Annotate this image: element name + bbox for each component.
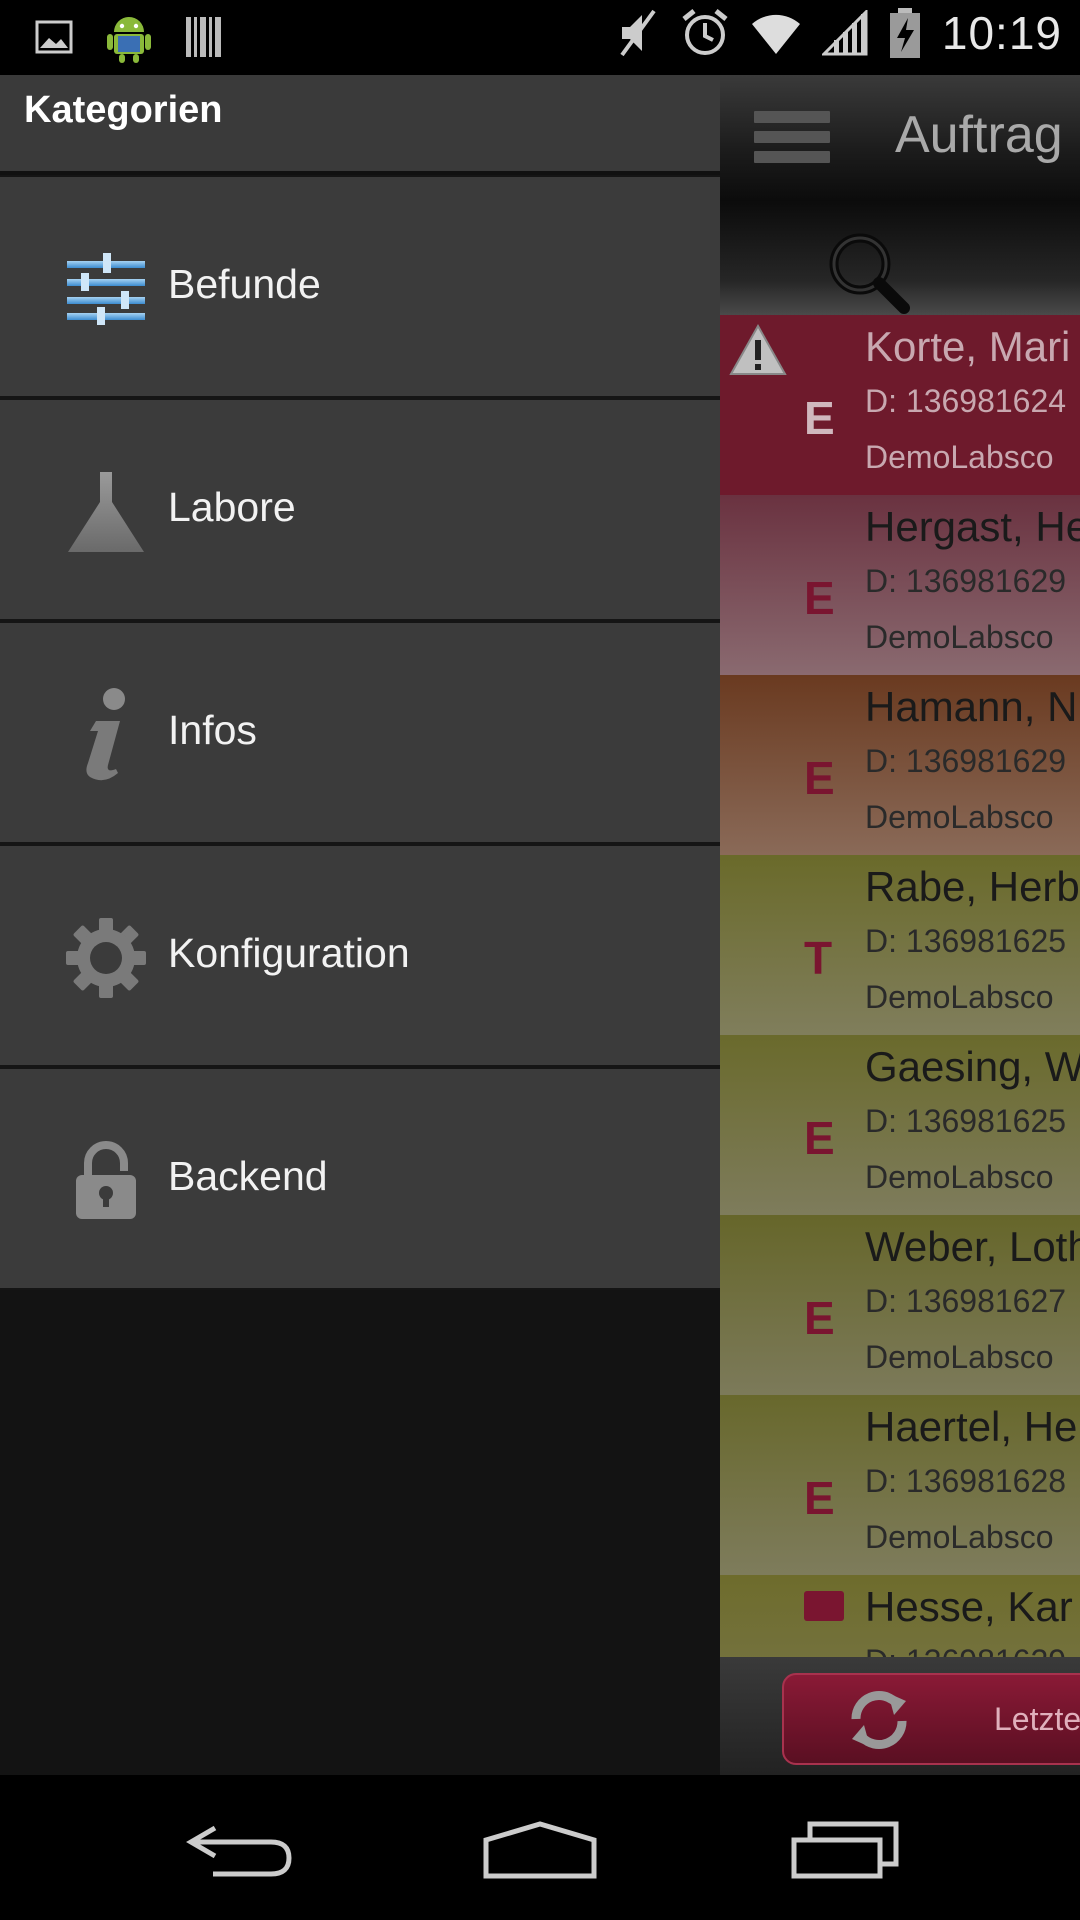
back-button[interactable] [170, 1805, 310, 1895]
warning-icon [729, 323, 787, 375]
signal-icon [821, 10, 868, 56]
lock-icon [76, 1141, 136, 1219]
app-action-bar: Auftrag [720, 75, 1080, 200]
navigation-bar [0, 1775, 1080, 1920]
order-flag: E [804, 752, 835, 804]
drawer-toggle-icon[interactable] [754, 111, 830, 163]
order-id: D: 136981627 [865, 1283, 1067, 1319]
order-flag: E [804, 572, 835, 624]
sliders-icon [67, 253, 145, 325]
barcode-icon [186, 17, 221, 57]
drawer-item-labore[interactable]: Labore [0, 398, 720, 621]
patient-name: Hesse, Kar [865, 1583, 1073, 1630]
comment-icon [804, 1591, 844, 1621]
patient-name: Gaesing, W [865, 1043, 1080, 1090]
info-icon [86, 688, 125, 781]
lab-name: DemoLabsco [865, 1339, 1054, 1375]
search-icon[interactable] [824, 228, 914, 318]
notification-icons [34, 10, 224, 64]
order-row[interactable]: E Korte, Mari D: 136981624 DemoLabsco [720, 315, 1080, 495]
recents-button[interactable] [775, 1805, 915, 1895]
battery-charging-icon [889, 8, 920, 58]
order-row[interactable]: E Weber, Loth D: 136981627 DemoLabsco [720, 1215, 1080, 1395]
drawer-item-label: Konfiguration [168, 930, 410, 976]
search-bar[interactable] [720, 200, 1080, 315]
gear-icon [66, 918, 146, 998]
patient-name: Hamann, N [865, 683, 1078, 730]
order-id: D: 136981625 [865, 1103, 1067, 1139]
home-button[interactable] [470, 1805, 610, 1895]
order-row[interactable]: E Hamann, N D: 136981629 DemoLabsco [720, 675, 1080, 855]
flask-icon [68, 472, 144, 552]
order-flag: T [804, 932, 833, 984]
drawer-header: Kategorien [0, 75, 720, 175]
order-row[interactable]: E Hergast, He D: 136981629 DemoLabsco [720, 495, 1080, 675]
recents-icon [791, 1821, 899, 1879]
order-row[interactable]: E Haertel, He D: 136981628 DemoLabsco [720, 1395, 1080, 1575]
order-row[interactable]: T Rabe, Herb D: 136981625 DemoLabsco [720, 855, 1080, 1035]
alarm-icon [682, 9, 728, 55]
drawer-item-label: Infos [168, 707, 257, 753]
android-icon [107, 17, 151, 63]
lab-name: DemoLabsco [865, 1159, 1054, 1195]
patient-name: Korte, Mari [865, 323, 1071, 370]
order-id: D: 136981629 [865, 743, 1067, 779]
lab-name: DemoLabsco [865, 1519, 1054, 1555]
drawer-item-label: Labore [168, 484, 296, 530]
patient-name: Rabe, Herb [865, 863, 1080, 910]
order-id: D: 136981629 [865, 563, 1067, 599]
image-icon [35, 20, 73, 54]
system-icons: 10:19 [616, 6, 1062, 60]
drawer-item-infos[interactable]: Infos [0, 621, 720, 844]
home-icon [483, 1821, 597, 1879]
drawer-item-konfiguration[interactable]: Konfiguration [0, 844, 720, 1067]
mute-icon [620, 9, 656, 57]
drawer-item-label: Backend [168, 1153, 328, 1199]
app-footer: Letzte [720, 1657, 1080, 1775]
drawer-menu: Befunde Labore Infos Konfiguration Backe… [0, 175, 720, 1290]
wifi-icon [751, 14, 800, 54]
clock: 10:19 [941, 7, 1062, 59]
lab-name: DemoLabsco [865, 979, 1054, 1015]
drawer-item-befunde[interactable]: Befunde [0, 175, 720, 398]
drawer-title: Kategorien [24, 89, 223, 131]
order-flag: E [804, 1112, 835, 1164]
lab-name: DemoLabsco [865, 619, 1054, 655]
lab-name: DemoLabsco [865, 439, 1054, 475]
order-flag: E [804, 1292, 835, 1344]
order-id: D: 136981624 [865, 383, 1067, 419]
drawer-item-backend[interactable]: Backend [0, 1067, 720, 1290]
status-bar: 10:19 [0, 0, 1080, 75]
lab-name: DemoLabsco [865, 799, 1054, 835]
back-icon [186, 1825, 292, 1877]
patient-name: Hergast, He [865, 503, 1080, 550]
patient-name: Haertel, He [865, 1403, 1078, 1450]
order-flag: E [804, 1472, 835, 1524]
order-flag: E [804, 392, 835, 444]
order-row[interactable]: E Gaesing, W D: 136981625 DemoLabsco [720, 1035, 1080, 1215]
app-title: Auftrag [895, 106, 1063, 164]
refresh-label: Letzte [994, 1701, 1080, 1737]
drawer-item-label: Befunde [168, 261, 321, 307]
order-id: D: 136981628 [865, 1463, 1067, 1499]
refresh-icon [851, 1691, 907, 1749]
orders-list: E Korte, Mari D: 136981624 DemoLabsco E … [720, 315, 1080, 1755]
background-app: Auftrag E Korte, Mari D: 136981624 DemoL… [720, 75, 1080, 1775]
patient-name: Weber, Loth [865, 1223, 1080, 1270]
navigation-drawer: Kategorien Befunde Labore Infos Konfigur… [0, 75, 720, 1775]
refresh-button[interactable]: Letzte [782, 1673, 1080, 1765]
order-id: D: 136981625 [865, 923, 1067, 959]
